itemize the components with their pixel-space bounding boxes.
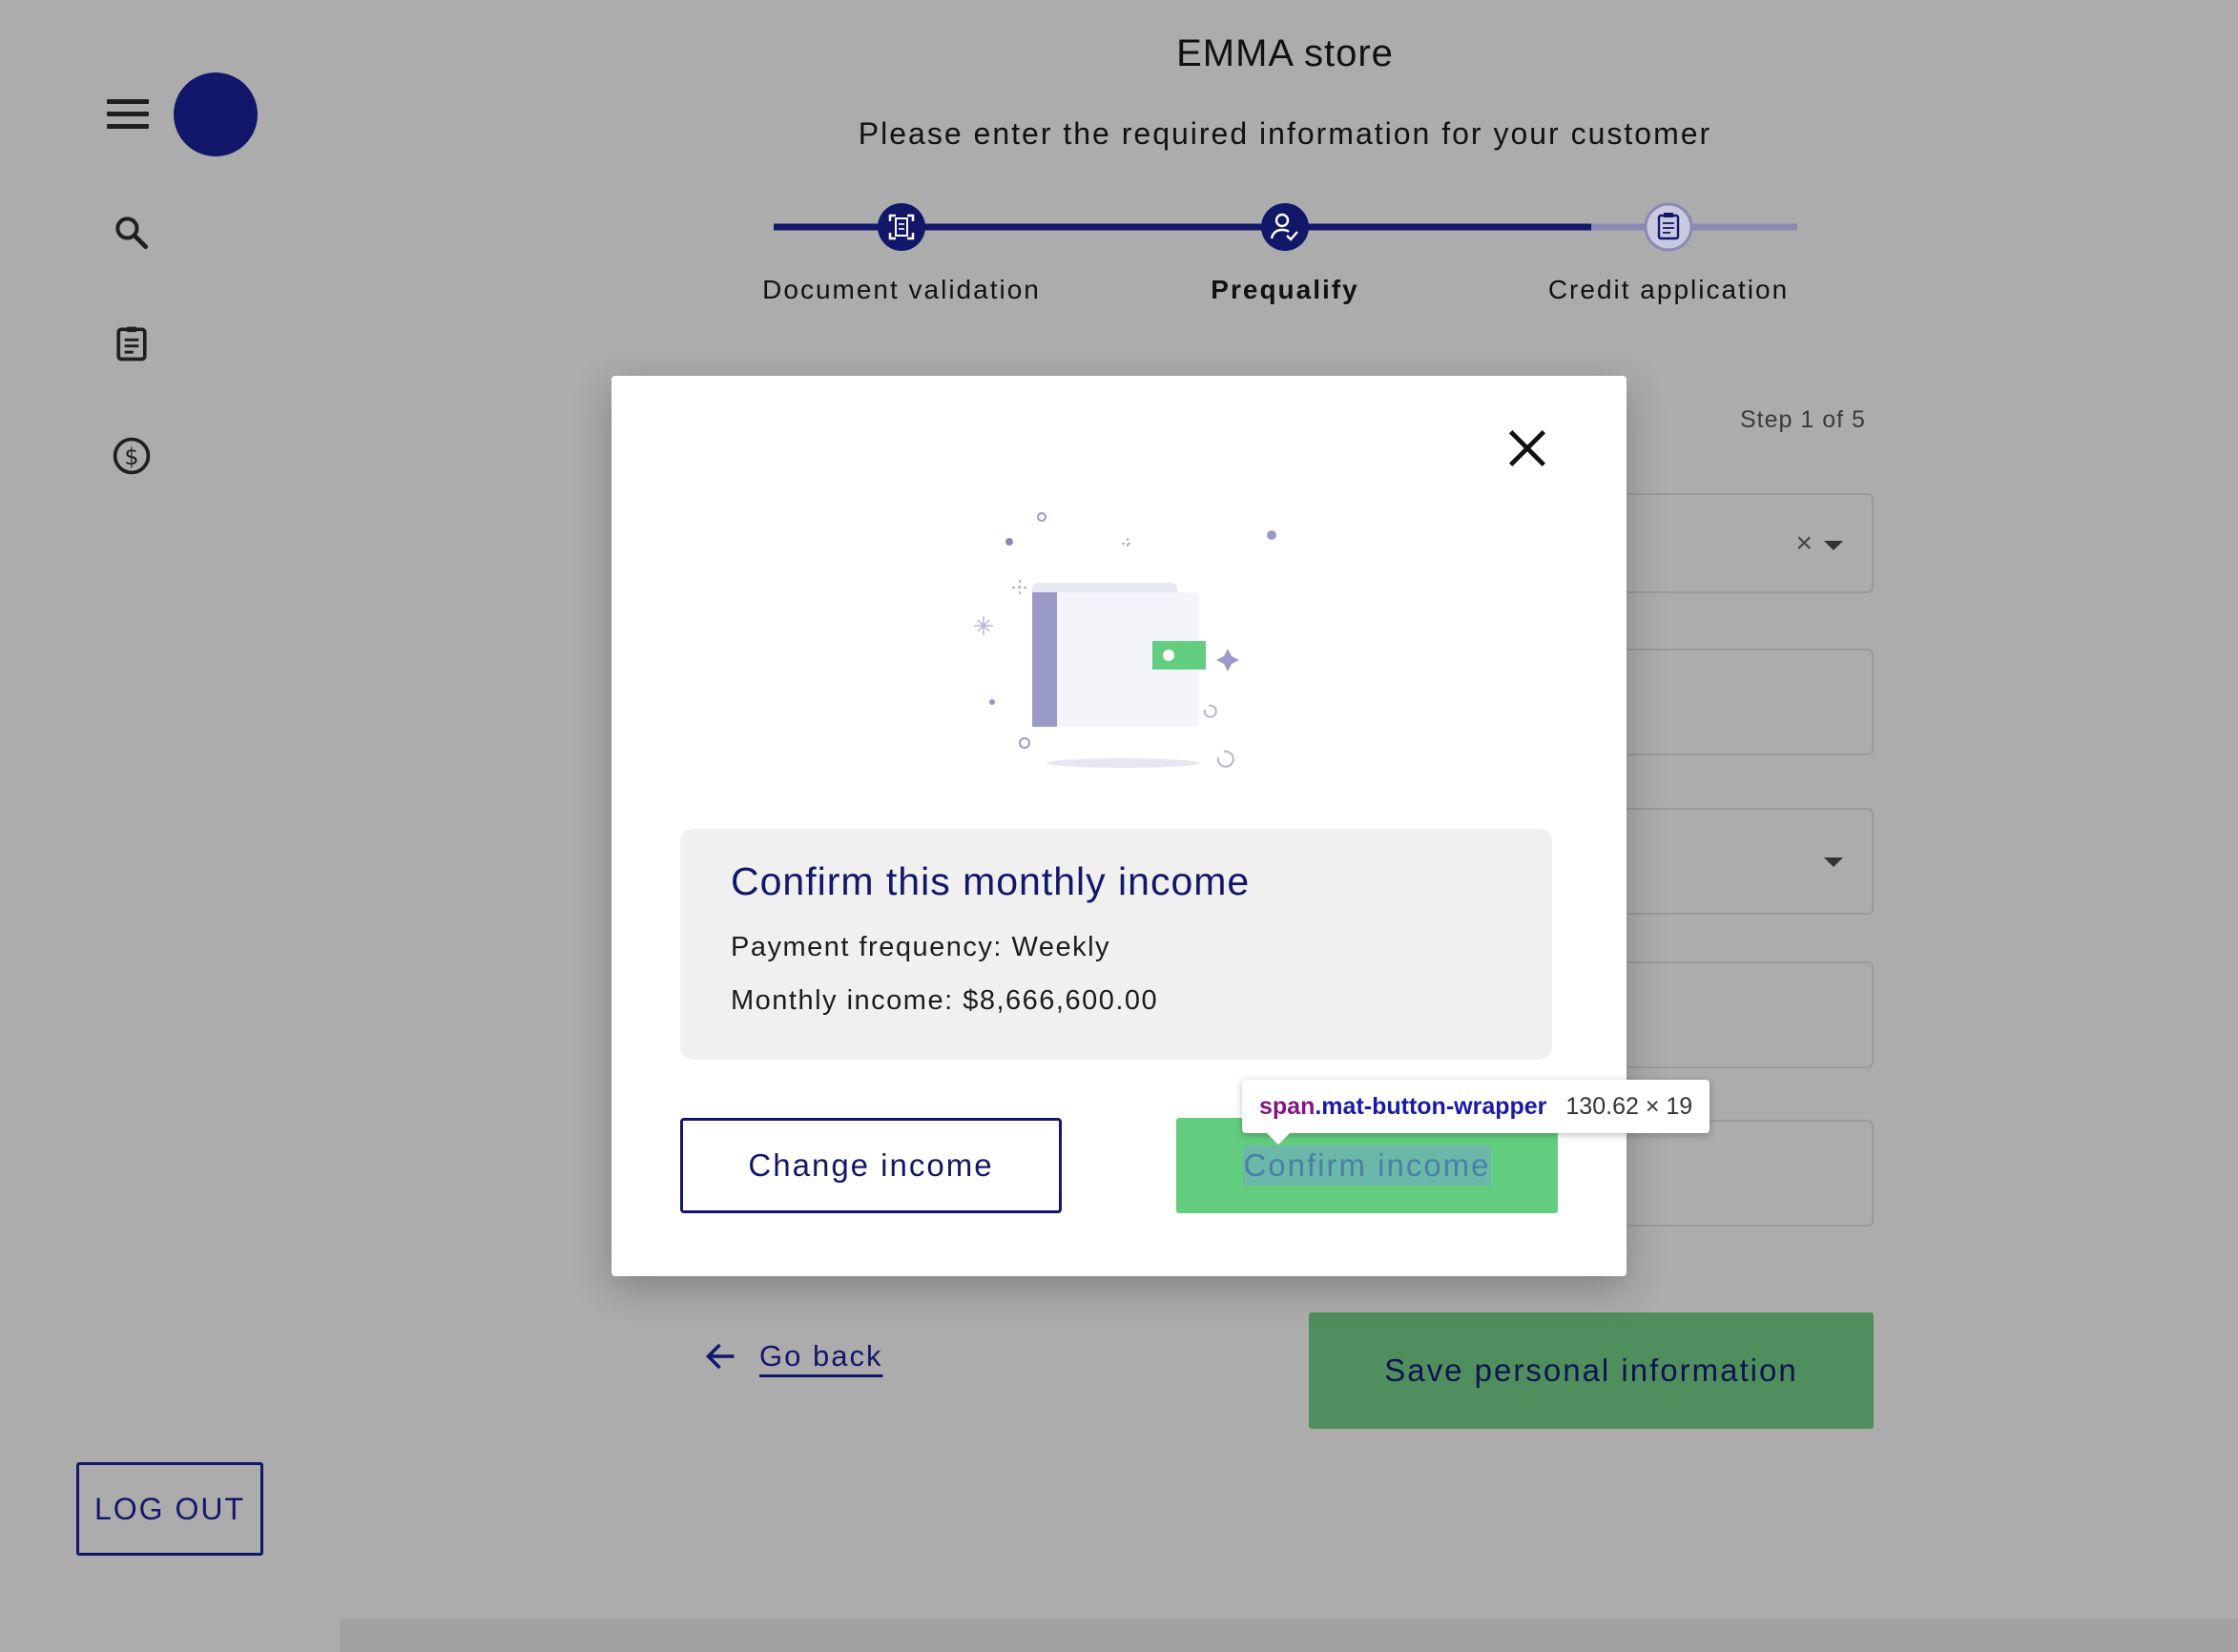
step-label-prequalify: Prequalify [1211,275,1359,304]
person-check-icon [1261,203,1309,251]
dollar-icon[interactable]: $ [111,435,153,477]
income-summary-box: Confirm this monthly income Payment freq… [680,829,1552,1060]
confirm-income-dialog: Confirm this monthly income Payment freq… [611,376,1627,1276]
tooltip-class: .mat-button-wrapper [1315,1092,1547,1120]
save-personal-information-button[interactable]: Save personal information [1309,1312,1874,1429]
go-back-link[interactable]: Go back [702,1339,882,1373]
payment-frequency-text: Payment frequency: Weekly [731,932,1111,962]
confirm-income-label[interactable]: Confirm income [1243,1146,1491,1186]
chevron-down-icon[interactable] [1824,857,1843,867]
footer-bar [340,1619,2238,1652]
document-scan-icon [878,203,925,251]
clipboard-step-icon [1644,202,1693,252]
logout-button[interactable]: LOG OUT [76,1462,263,1556]
chevron-down-icon[interactable] [1824,541,1843,550]
wallet-icon [974,512,1276,768]
go-back-label[interactable]: Go back [759,1339,882,1373]
stepper [774,202,1797,252]
monthly-income-text: Monthly income: $8,666,600.00 [731,985,1159,1016]
step-label-document-validation: Document validation [762,275,1041,304]
tooltip-size: 130.62 × 19 [1565,1092,1693,1120]
tooltip-tag: span [1259,1092,1316,1120]
step-label-credit-application: Credit application [1547,275,1790,304]
dialog-title: Confirm this monthly income [731,859,1251,903]
devtools-inspect-tooltip: span.mat-button-wrapper 130.62 × 19 [1242,1080,1710,1145]
step-counter: Step 1 of 5 [1740,406,1866,433]
svg-text:$: $ [124,444,138,470]
change-income-button[interactable]: Change income [680,1118,1062,1213]
tooltip-selector: span.mat-button-wrapper [1259,1093,1546,1121]
clipboard-icon[interactable] [111,322,153,364]
close-icon[interactable] [1502,423,1552,473]
clear-icon[interactable]: × [1795,527,1813,560]
arrow-left-icon [705,1343,735,1370]
